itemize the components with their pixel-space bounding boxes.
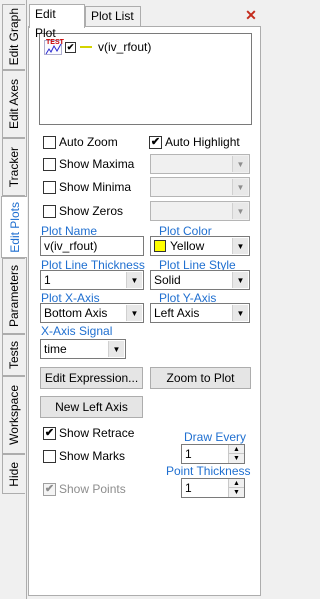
minima-select[interactable]: ▼ bbox=[150, 177, 250, 197]
point-thickness-stepper[interactable]: 1 ▲ ▼ bbox=[181, 478, 245, 498]
spin-down-icon[interactable]: ▼ bbox=[228, 488, 244, 497]
checkbox-box[interactable]: ✔ bbox=[43, 426, 56, 440]
plot-list[interactable]: TEST ✔ v(iv_rfout) bbox=[39, 33, 252, 125]
show-marks-checkbox[interactable]: Show Marks bbox=[43, 449, 125, 463]
plot-list-item[interactable]: TEST ✔ v(iv_rfout) bbox=[44, 38, 151, 56]
plot-color-select[interactable]: Yellow ▼ bbox=[150, 236, 250, 256]
y-axis-value: Left Axis bbox=[154, 306, 200, 320]
draw-every-stepper[interactable]: 1 ▲ ▼ bbox=[181, 444, 245, 464]
chevron-down-icon: ▼ bbox=[232, 272, 248, 288]
tab-label: Edit Plots bbox=[7, 201, 22, 253]
chevron-down-icon: ▼ bbox=[232, 305, 248, 321]
checkbox-label: Show Maxima bbox=[59, 157, 135, 171]
line-style-value: Solid bbox=[154, 273, 181, 287]
checkbox-box[interactable] bbox=[43, 204, 56, 218]
spin-up-icon[interactable]: ▲ bbox=[228, 445, 244, 454]
checkbox-box[interactable] bbox=[43, 135, 56, 149]
plot-color-line bbox=[80, 46, 92, 48]
checkbox-label: Auto Zoom bbox=[59, 135, 118, 149]
tab-label: Tracker bbox=[7, 146, 21, 188]
y-axis-select[interactable]: Left Axis ▼ bbox=[150, 303, 250, 323]
tab-label: Plot List bbox=[91, 9, 134, 23]
tab-workspace[interactable]: Workspace bbox=[2, 376, 25, 454]
tab-edit-axes[interactable]: Edit Axes bbox=[2, 70, 25, 138]
show-maxima-checkbox[interactable]: Show Maxima bbox=[43, 157, 134, 171]
checkbox-box[interactable]: ✔ bbox=[149, 135, 162, 149]
tab-tracker[interactable]: Tracker bbox=[2, 138, 25, 196]
chevron-down-icon: ▼ bbox=[232, 156, 248, 172]
draw-every-label: Draw Every bbox=[184, 430, 247, 444]
x-axis-select[interactable]: Bottom Axis ▼ bbox=[40, 303, 144, 323]
chevron-down-icon: ▼ bbox=[232, 179, 248, 195]
spin-up-icon[interactable]: ▲ bbox=[228, 479, 244, 488]
x-axis-signal-select[interactable]: time ▼ bbox=[40, 339, 126, 359]
line-thickness-value: 1 bbox=[44, 273, 51, 287]
show-points-checkbox[interactable]: ✔ Show Points bbox=[43, 482, 126, 496]
chevron-down-icon: ▼ bbox=[126, 272, 142, 288]
edit-plots-pane: Edit Plot Plot List ✕ TEST ✔ v(iv_rfout)… bbox=[27, 0, 264, 599]
zoom-to-plot-button[interactable]: Zoom to Plot bbox=[150, 367, 251, 389]
auto-highlight-checkbox[interactable]: ✔ Auto Highlight bbox=[149, 135, 240, 149]
chevron-down-icon: ▼ bbox=[108, 341, 124, 357]
point-thickness-value: 1 bbox=[185, 481, 192, 495]
tab-label: Edit Axes bbox=[7, 78, 21, 130]
checkbox-label: Show Minima bbox=[59, 180, 132, 194]
chevron-down-icon: ▼ bbox=[232, 203, 248, 219]
tab-hide[interactable]: Hide bbox=[2, 454, 25, 494]
spin-down-icon[interactable]: ▼ bbox=[228, 454, 244, 463]
edit-plot-panel: TEST ✔ v(iv_rfout) Auto Zoom ✔ Auto High… bbox=[28, 26, 261, 596]
draw-every-value: 1 bbox=[185, 447, 192, 461]
checkbox-label: Show Retrace bbox=[59, 426, 135, 440]
show-zeros-checkbox[interactable]: Show Zeros bbox=[43, 204, 123, 218]
checkbox-label: Show Zeros bbox=[59, 204, 124, 218]
x-axis-signal-value: time bbox=[44, 342, 67, 356]
line-thickness-select[interactable]: 1 ▼ bbox=[40, 270, 144, 290]
plot-item-label: v(iv_rfout) bbox=[98, 40, 152, 54]
tab-label: Tests bbox=[7, 340, 21, 369]
plot-visible-checkbox[interactable]: ✔ bbox=[65, 41, 76, 53]
maxima-select[interactable]: ▼ bbox=[150, 154, 250, 174]
tab-label: Parameters bbox=[7, 264, 21, 328]
show-minima-checkbox[interactable]: Show Minima bbox=[43, 180, 131, 194]
tab-tests[interactable]: Tests bbox=[2, 334, 25, 376]
zeros-select[interactable]: ▼ bbox=[150, 201, 250, 221]
tab-label: Hide bbox=[7, 461, 21, 487]
close-icon[interactable]: ✕ bbox=[244, 8, 258, 22]
tab-label: Edit Plot bbox=[35, 7, 56, 40]
tab-label: Edit Graph bbox=[7, 8, 21, 66]
point-thickness-label: Point Thickness bbox=[166, 464, 251, 478]
x-axis-value: Bottom Axis bbox=[44, 306, 108, 320]
tab-label: Workspace bbox=[7, 385, 21, 445]
new-left-axis-button[interactable]: New Left Axis bbox=[40, 396, 143, 418]
checkbox-box[interactable] bbox=[43, 157, 56, 171]
checkbox-box[interactable] bbox=[43, 180, 56, 194]
edit-expression-button[interactable]: Edit Expression... bbox=[40, 367, 143, 389]
x-axis-signal-label: X-Axis Signal bbox=[41, 324, 113, 338]
checkbox-box[interactable] bbox=[43, 449, 56, 463]
checkbox-label: Auto Highlight bbox=[165, 135, 240, 149]
checkbox-box[interactable]: ✔ bbox=[43, 482, 56, 496]
chevron-down-icon: ▼ bbox=[126, 305, 142, 321]
tab-parameters[interactable]: Parameters bbox=[2, 258, 25, 334]
chevron-down-icon: ▼ bbox=[232, 238, 248, 254]
side-tab-strip: Edit Graph Edit Axes Tracker Edit Plots … bbox=[0, 0, 27, 599]
tab-edit-graph[interactable]: Edit Graph bbox=[2, 4, 25, 70]
tab-edit-plots[interactable]: Edit Plots bbox=[1, 196, 27, 258]
checkbox-label: Show Points bbox=[59, 482, 126, 496]
checkbox-label: Show Marks bbox=[59, 449, 126, 463]
color-swatch bbox=[154, 240, 166, 252]
auto-zoom-checkbox[interactable]: Auto Zoom bbox=[43, 135, 118, 149]
tab-edit-plot[interactable]: Edit Plot bbox=[29, 4, 85, 40]
show-retrace-checkbox[interactable]: ✔ Show Retrace bbox=[43, 426, 134, 440]
plot-color-value: Yellow bbox=[170, 239, 205, 253]
line-style-select[interactable]: Solid ▼ bbox=[150, 270, 250, 290]
tab-plot-list[interactable]: Plot List bbox=[85, 6, 141, 27]
plot-name-input[interactable]: v(iv_rfout) bbox=[40, 236, 144, 256]
